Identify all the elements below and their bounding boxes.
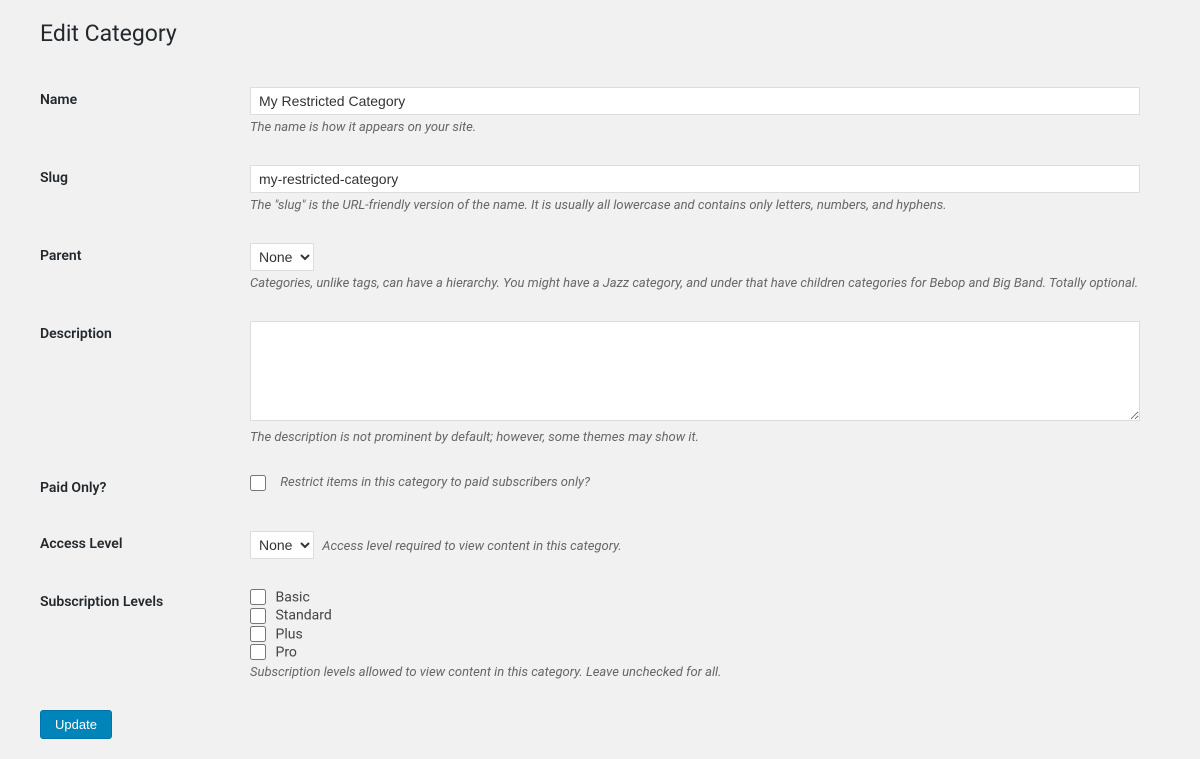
subscription-levels-label: Subscription Levels <box>40 574 240 695</box>
paid-only-label: Paid Only? <box>40 460 240 516</box>
name-description: The name is how it appears on your site. <box>250 120 1150 135</box>
subscription-level-standard-checkbox[interactable] <box>250 608 266 624</box>
subscription-level-basic-label: Basic <box>275 589 309 605</box>
subscription-level-basic-checkbox[interactable] <box>250 589 266 605</box>
paid-only-description: Restrict items in this category to paid … <box>280 475 590 490</box>
parent-select[interactable]: None <box>250 243 314 271</box>
slug-description: The "slug" is the URL-friendly version o… <box>250 198 1150 213</box>
subscription-level-pro-label: Pro <box>275 644 296 660</box>
subscription-level-plus-checkbox[interactable] <box>250 626 266 642</box>
subscription-level-pro-checkbox[interactable] <box>250 644 266 660</box>
subscription-levels-list: Basic Standard Plus Pro <box>250 589 1150 660</box>
page-title: Edit Category <box>40 20 1160 47</box>
update-button[interactable]: Update <box>40 710 112 739</box>
slug-input[interactable] <box>250 165 1140 193</box>
parent-description: Categories, unlike tags, can have a hier… <box>250 276 1150 291</box>
parent-label: Parent <box>40 228 240 306</box>
access-level-select[interactable]: None <box>250 531 314 559</box>
subscription-levels-description: Subscription levels allowed to view cont… <box>250 665 1150 680</box>
name-label: Name <box>40 72 240 150</box>
subscription-level-plus-label: Plus <box>275 626 302 642</box>
description-textarea[interactable] <box>250 321 1140 421</box>
subscription-level-standard-label: Standard <box>275 608 331 624</box>
description-label: Description <box>40 306 240 460</box>
description-description: The description is not prominent by defa… <box>250 430 1150 445</box>
edit-category-form: Name The name is how it appears on your … <box>40 72 1160 695</box>
slug-label: Slug <box>40 150 240 228</box>
access-level-description: Access level required to view content in… <box>322 539 621 554</box>
paid-only-checkbox[interactable] <box>250 475 266 491</box>
name-input[interactable] <box>250 87 1140 115</box>
access-level-label: Access Level <box>40 516 240 574</box>
